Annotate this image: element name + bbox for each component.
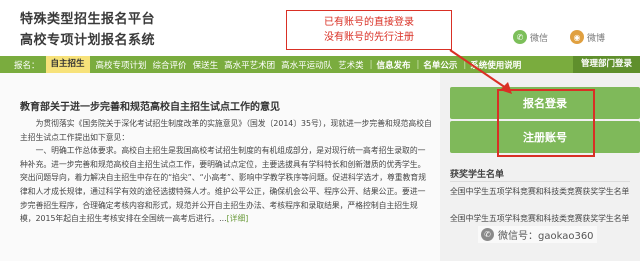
nav-item-yishulei[interactable]: 艺术类 (338, 59, 364, 71)
wechat-icon: ✆ (481, 228, 494, 241)
nav-item-zonghe[interactable]: 综合评价 (153, 59, 187, 71)
divider (450, 181, 630, 182)
weibo-link[interactable]: ◉ 微博 (570, 30, 605, 44)
list-item[interactable]: 全国中学生五项学科竞赛和科技类竞赛获奖学生名单 (450, 213, 630, 225)
wechat-icon: ✆ (513, 30, 527, 44)
article-paragraph: 一、明确工作总体要求。高校自主招生是我国高校考试招生制度的有机组成部分，是对现行… (20, 144, 432, 226)
annotation-line1: 已有账号的直接登录 (324, 17, 414, 28)
article-body: 为贯彻落实《国务院关于深化考试招生制度改革的实施意见》（国发〔2014〕35号）… (20, 117, 432, 226)
nav-item-yundongdui[interactable]: 高水平运动队 (281, 59, 332, 71)
annotation-line2: 没有账号的先行注册 (324, 32, 414, 43)
nav-separator: | (369, 59, 373, 70)
watermark-text: 微信号：gaokao360 (498, 231, 594, 242)
site-title-line2: 高校专项计划报名系统 (20, 33, 156, 48)
nav-item-gaoxiao[interactable]: 高校专项计划 (96, 59, 147, 71)
article-p2: 一、明确工作总体要求。高校自主招生是我国高校考试招生制度的有机组成部分，是对现行… (20, 146, 426, 224)
article-p1: 为贯彻落实《国务院关于深化考试招生制度改革的实施意见》（国发〔2014〕35号）… (20, 119, 432, 142)
nav-item-xinxi[interactable]: 信息发布 (377, 59, 411, 71)
site-title-line1: 特殊类型招生报名平台 (20, 12, 156, 27)
watermark: ✆ 微信号：gaokao360 (478, 226, 597, 243)
award-list-title: 获奖学生名单 (450, 170, 505, 180)
weibo-label: 微博 (587, 33, 606, 44)
main-nav: 报名： 自主招生 高校专项计划 综合评价 保送生 高水平艺术团 高水平运动队 艺… (0, 56, 640, 73)
detail-link[interactable]: [详细] (227, 214, 249, 223)
article-area: 教育部关于进一步完善和规范高校自主招生试点工作的意见 为贯彻落实《国务院关于深化… (0, 73, 440, 261)
weixin-link[interactable]: ✆ 微信 (513, 30, 548, 44)
admin-login-link[interactable]: 管理部门登录 (572, 56, 640, 73)
nav-item-baosong[interactable]: 保送生 (193, 59, 219, 71)
nav-item-zizhu[interactable]: 自主招生 (45, 56, 90, 73)
weibo-icon: ◉ (570, 30, 584, 44)
list-item[interactable]: 全国中学生五项学科竞赛和科技类竞赛获奖学生名单 (450, 186, 630, 198)
nav-item-yishutuan[interactable]: 高水平艺术团 (224, 59, 275, 71)
annotation-callout: 已有账号的直接登录 没有账号的先行注册 (286, 10, 452, 50)
nav-prefix: 报名： (14, 60, 40, 71)
article-paragraph: 为贯彻落实《国务院关于深化考试招生制度改革的实施意见》（国发〔2014〕35号）… (20, 117, 432, 144)
article-title[interactable]: 教育部关于进一步完善和规范高校自主招生试点工作的意见 (20, 98, 280, 113)
nav-separator: | (416, 59, 420, 70)
weixin-label: 微信 (530, 33, 549, 44)
highlight-box (497, 89, 595, 157)
